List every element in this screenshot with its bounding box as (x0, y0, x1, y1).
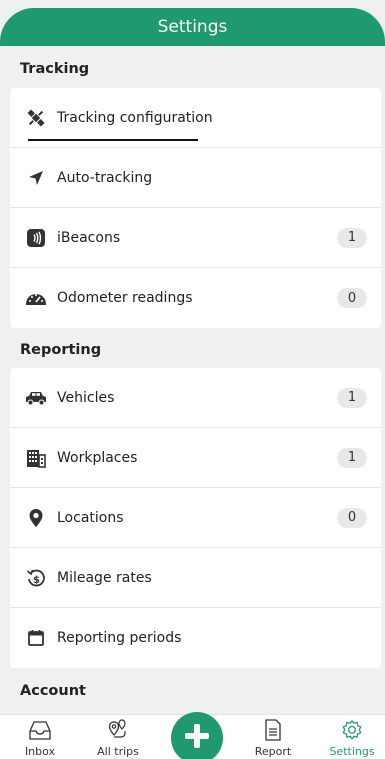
svg-text:$: $ (33, 575, 40, 586)
section-title-reporting: Reporting (20, 342, 102, 358)
inbox-icon (28, 719, 52, 744)
tab-all-trips[interactable]: All trips (86, 719, 150, 758)
settings-item-label: iBeacons (57, 229, 121, 246)
tab-report[interactable]: Report (241, 719, 305, 758)
tab-label: Settings (329, 745, 375, 758)
reporting-card: Vehicles 1 Workplaces 1 Locations 0 $ Mi… (10, 368, 381, 668)
settings-screen: Settings Tracking Tracking configuration (0, 0, 385, 759)
car-icon (25, 387, 47, 409)
settings-item-label: Mileage rates (57, 569, 152, 586)
settings-item-label: Vehicles (57, 389, 115, 406)
dollar-rotate-icon: $ (25, 567, 47, 589)
settings-item-vehicles[interactable]: Vehicles 1 (10, 368, 381, 428)
tab-label: Report (254, 745, 292, 758)
add-trip-button[interactable] (171, 712, 223, 759)
settings-item-label: Tracking configuration (57, 109, 213, 126)
count-badge: 0 (337, 288, 367, 308)
settings-item-label: Auto-tracking (57, 169, 153, 186)
settings-item-locations[interactable]: Locations 0 (10, 488, 381, 548)
page-title: Settings (157, 17, 228, 37)
section-title-account: Account (20, 683, 86, 699)
tracking-card: Tracking configuration Auto-tracking iBe… (10, 88, 381, 328)
navigation-arrow-icon (25, 167, 47, 189)
settings-item-ibeacons[interactable]: iBeacons 1 (10, 208, 381, 268)
building-icon (25, 447, 47, 469)
settings-item-reporting-periods[interactable]: Reporting periods (10, 608, 381, 668)
count-badge: 1 (337, 447, 367, 468)
settings-item-odometer-readings[interactable]: Odometer readings 0 (10, 268, 381, 328)
tab-inbox[interactable]: Inbox (8, 719, 72, 758)
plus-icon (183, 722, 211, 754)
settings-item-auto-tracking[interactable]: Auto-tracking (10, 148, 381, 208)
location-pin-icon (25, 507, 47, 529)
header-bar: Settings (0, 8, 385, 46)
route-pins-icon (105, 719, 131, 744)
count-badge: 0 (337, 507, 367, 528)
beacon-icon (25, 227, 47, 249)
settings-item-label: Odometer readings (57, 290, 193, 306)
settings-item-label: Locations (57, 509, 124, 526)
document-icon (263, 719, 283, 744)
calendar-icon (25, 627, 47, 649)
tab-label: All trips (97, 745, 139, 758)
count-badge: 1 (337, 387, 367, 408)
active-underline (28, 139, 198, 141)
tab-settings[interactable]: Settings (320, 719, 384, 758)
settings-item-label: Reporting periods (57, 630, 182, 646)
settings-item-label: Workplaces (57, 449, 138, 466)
gear-icon (340, 719, 364, 744)
count-badge: 1 (337, 227, 367, 248)
satellite-icon (25, 107, 47, 129)
settings-item-workplaces[interactable]: Workplaces 1 (10, 428, 381, 488)
settings-item-tracking-configuration[interactable]: Tracking configuration (10, 88, 381, 148)
settings-item-mileage-rates[interactable]: $ Mileage rates (10, 548, 381, 608)
section-title-tracking: Tracking (20, 61, 90, 77)
tab-label: Inbox (24, 745, 56, 758)
odometer-icon (25, 287, 47, 309)
